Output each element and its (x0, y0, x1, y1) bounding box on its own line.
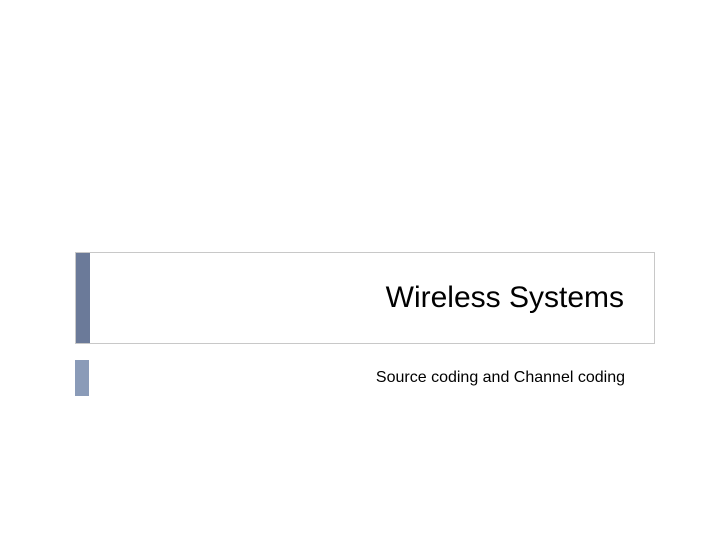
slide-title: Wireless Systems (90, 253, 654, 343)
title-accent-bar (76, 253, 90, 343)
subtitle-accent-bar (75, 360, 89, 396)
slide-subtitle: Source coding and Channel coding (89, 360, 655, 396)
slide-title-block: Wireless Systems (75, 252, 655, 344)
slide-subtitle-block: Source coding and Channel coding (75, 360, 655, 396)
